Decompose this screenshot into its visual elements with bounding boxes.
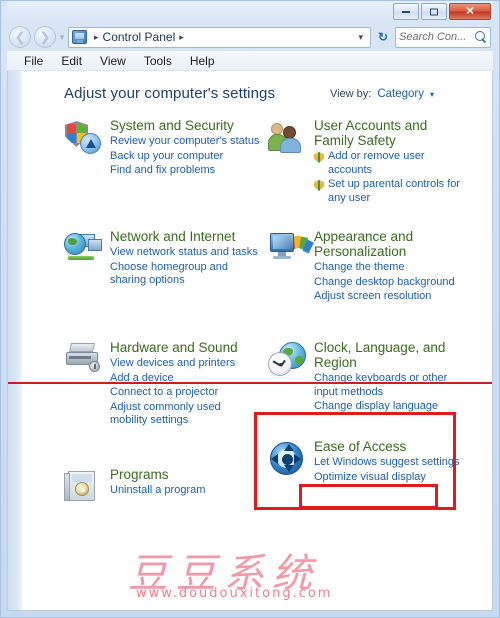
search-input[interactable]: Search Con... xyxy=(399,31,475,43)
task-link[interactable]: Let Windows suggest settings xyxy=(314,456,464,470)
pane-header: Adjust your computer's settings View by:… xyxy=(64,85,482,102)
category-network-and-internet[interactable]: Network and Internet View network status… xyxy=(64,229,260,289)
menu-item-help[interactable]: Help xyxy=(181,54,224,68)
refresh-button[interactable]: ↻ xyxy=(374,30,392,44)
task-link[interactable]: Adjust commonly used mobility settings xyxy=(110,401,260,428)
category-icon xyxy=(64,229,110,289)
task-link[interactable]: View devices and printers xyxy=(110,357,260,371)
window-controls: ✕ xyxy=(393,3,491,20)
breadcrumb-dropdown-icon[interactable]: ▾ xyxy=(358,32,367,43)
shield-disc-icon xyxy=(64,120,104,156)
task-link[interactable]: Add or remove user accounts xyxy=(314,150,464,177)
task-link-change-display-language[interactable]: Change display language xyxy=(314,400,464,414)
search-icon xyxy=(475,31,487,43)
task-link[interactable]: Uninstall a program xyxy=(110,484,260,498)
globe-monitors-icon xyxy=(64,231,104,267)
back-arrow-icon: ❮ xyxy=(14,30,26,44)
users-icon xyxy=(268,120,308,156)
chevron-down-icon[interactable]: ▾ xyxy=(430,90,434,99)
category-ease-of-access[interactable]: Ease of Access Let Windows suggest setti… xyxy=(268,439,464,485)
category-appearance-and-personalization[interactable]: Appearance and Personalization Change th… xyxy=(268,229,464,305)
category-title[interactable]: Hardware and Sound xyxy=(110,340,260,355)
category-icon xyxy=(268,229,314,305)
category-title[interactable]: User Accounts and Family Safety xyxy=(314,118,464,148)
programs-box-icon xyxy=(64,469,104,505)
back-button[interactable]: ❮ xyxy=(9,26,31,48)
category-programs[interactable]: Programs Uninstall a program xyxy=(64,467,260,505)
category-icon xyxy=(64,340,110,429)
category-icon xyxy=(268,118,314,206)
category-icon xyxy=(64,118,110,179)
forward-arrow-icon: ❯ xyxy=(39,30,51,44)
category-icon xyxy=(268,439,314,485)
task-link[interactable]: Back up your computer xyxy=(110,150,260,164)
category-title[interactable]: Ease of Access xyxy=(314,439,464,454)
watermark-url: www.doudouxitong.com xyxy=(136,586,333,601)
menu-item-view[interactable]: View xyxy=(91,54,135,68)
task-link[interactable]: Change desktop background xyxy=(314,276,464,290)
breadcrumb[interactable]: ▸ Control Panel ▸ ▾ xyxy=(68,26,371,48)
category-icon xyxy=(64,467,110,505)
menu-item-edit[interactable]: Edit xyxy=(52,54,91,68)
close-icon: ✕ xyxy=(465,5,475,17)
annotation-divider-line xyxy=(8,382,492,384)
maximize-icon xyxy=(430,8,438,15)
task-link[interactable]: Find and fix problems xyxy=(110,164,260,178)
uac-shield-icon xyxy=(314,152,324,163)
menu-bar: File Edit View Tools Help xyxy=(7,51,493,71)
task-link[interactable]: View network status and tasks xyxy=(110,246,260,260)
breadcrumb-separator-icon: ▸ xyxy=(94,31,99,42)
task-label: Add or remove user accounts xyxy=(328,150,425,176)
view-by-label: View by: xyxy=(329,88,372,100)
minimize-icon xyxy=(402,10,410,13)
task-link[interactable]: Connect to a projector xyxy=(110,386,260,400)
task-link[interactable]: Set up parental controls for any user xyxy=(314,178,464,205)
forward-button[interactable]: ❯ xyxy=(34,26,56,48)
task-label: Set up parental controls for any user xyxy=(328,178,461,204)
title-bar: ✕ xyxy=(7,1,493,23)
page-title: Adjust your computer's settings xyxy=(64,85,276,102)
address-bar: ❮ ❯ ▾ ▸ Control Panel ▸ ▾ ↻ Search Con..… xyxy=(7,23,493,51)
menu-item-tools[interactable]: Tools xyxy=(135,54,181,68)
menu-item-file[interactable]: File xyxy=(15,54,52,68)
maximize-button[interactable] xyxy=(421,3,447,20)
category-title[interactable]: Clock, Language, and Region xyxy=(314,340,464,370)
task-link[interactable]: Review your computer's status xyxy=(110,135,260,149)
task-link[interactable]: Choose homegroup and sharing options xyxy=(110,261,260,288)
control-panel-icon xyxy=(72,30,87,44)
category-user-accounts-and-family-safety[interactable]: User Accounts and Family Safety Add or r… xyxy=(268,118,464,206)
view-by-value[interactable]: Category xyxy=(377,88,424,100)
content-pane: Adjust your computer's settings View by:… xyxy=(7,71,493,611)
monitor-palette-icon xyxy=(268,231,314,267)
category-title[interactable]: Network and Internet xyxy=(110,229,260,244)
view-by-control: View by: Category ▾ xyxy=(330,85,482,100)
category-hardware-and-sound[interactable]: Hardware and Sound View devices and prin… xyxy=(64,340,260,429)
category-clock-language-and-region[interactable]: Clock, Language, and Region Change keybo… xyxy=(268,340,464,415)
breadcrumb-separator-icon-2[interactable]: ▸ xyxy=(175,32,188,43)
nav-divider: ▾ xyxy=(59,31,65,42)
breadcrumb-item-control-panel[interactable]: Control Panel xyxy=(103,30,176,44)
category-icon xyxy=(268,340,314,415)
task-link[interactable]: Adjust screen resolution xyxy=(314,290,464,304)
ease-of-access-icon xyxy=(268,441,308,477)
search-box[interactable]: Search Con... xyxy=(395,26,491,48)
task-link[interactable]: Change keyboards or other input methods xyxy=(314,372,464,399)
uac-shield-icon xyxy=(314,180,324,191)
clock-globe-icon xyxy=(268,342,308,378)
task-link[interactable]: Change the theme xyxy=(314,261,464,275)
category-title[interactable]: Appearance and Personalization xyxy=(314,229,464,259)
task-link[interactable]: Optimize visual display xyxy=(314,471,464,485)
minimize-button[interactable] xyxy=(393,3,419,20)
category-pane: Adjust your computer's settings View by:… xyxy=(22,71,492,610)
printer-icon xyxy=(64,342,104,378)
close-button[interactable]: ✕ xyxy=(449,3,491,20)
category-title[interactable]: Programs xyxy=(110,467,260,482)
category-title[interactable]: System and Security xyxy=(110,118,260,133)
category-system-and-security[interactable]: System and Security Review your computer… xyxy=(64,118,260,179)
explorer-window: ✕ ❮ ❯ ▾ ▸ Control Panel ▸ ▾ ↻ Search Con… xyxy=(0,0,500,618)
left-rail xyxy=(8,71,22,610)
